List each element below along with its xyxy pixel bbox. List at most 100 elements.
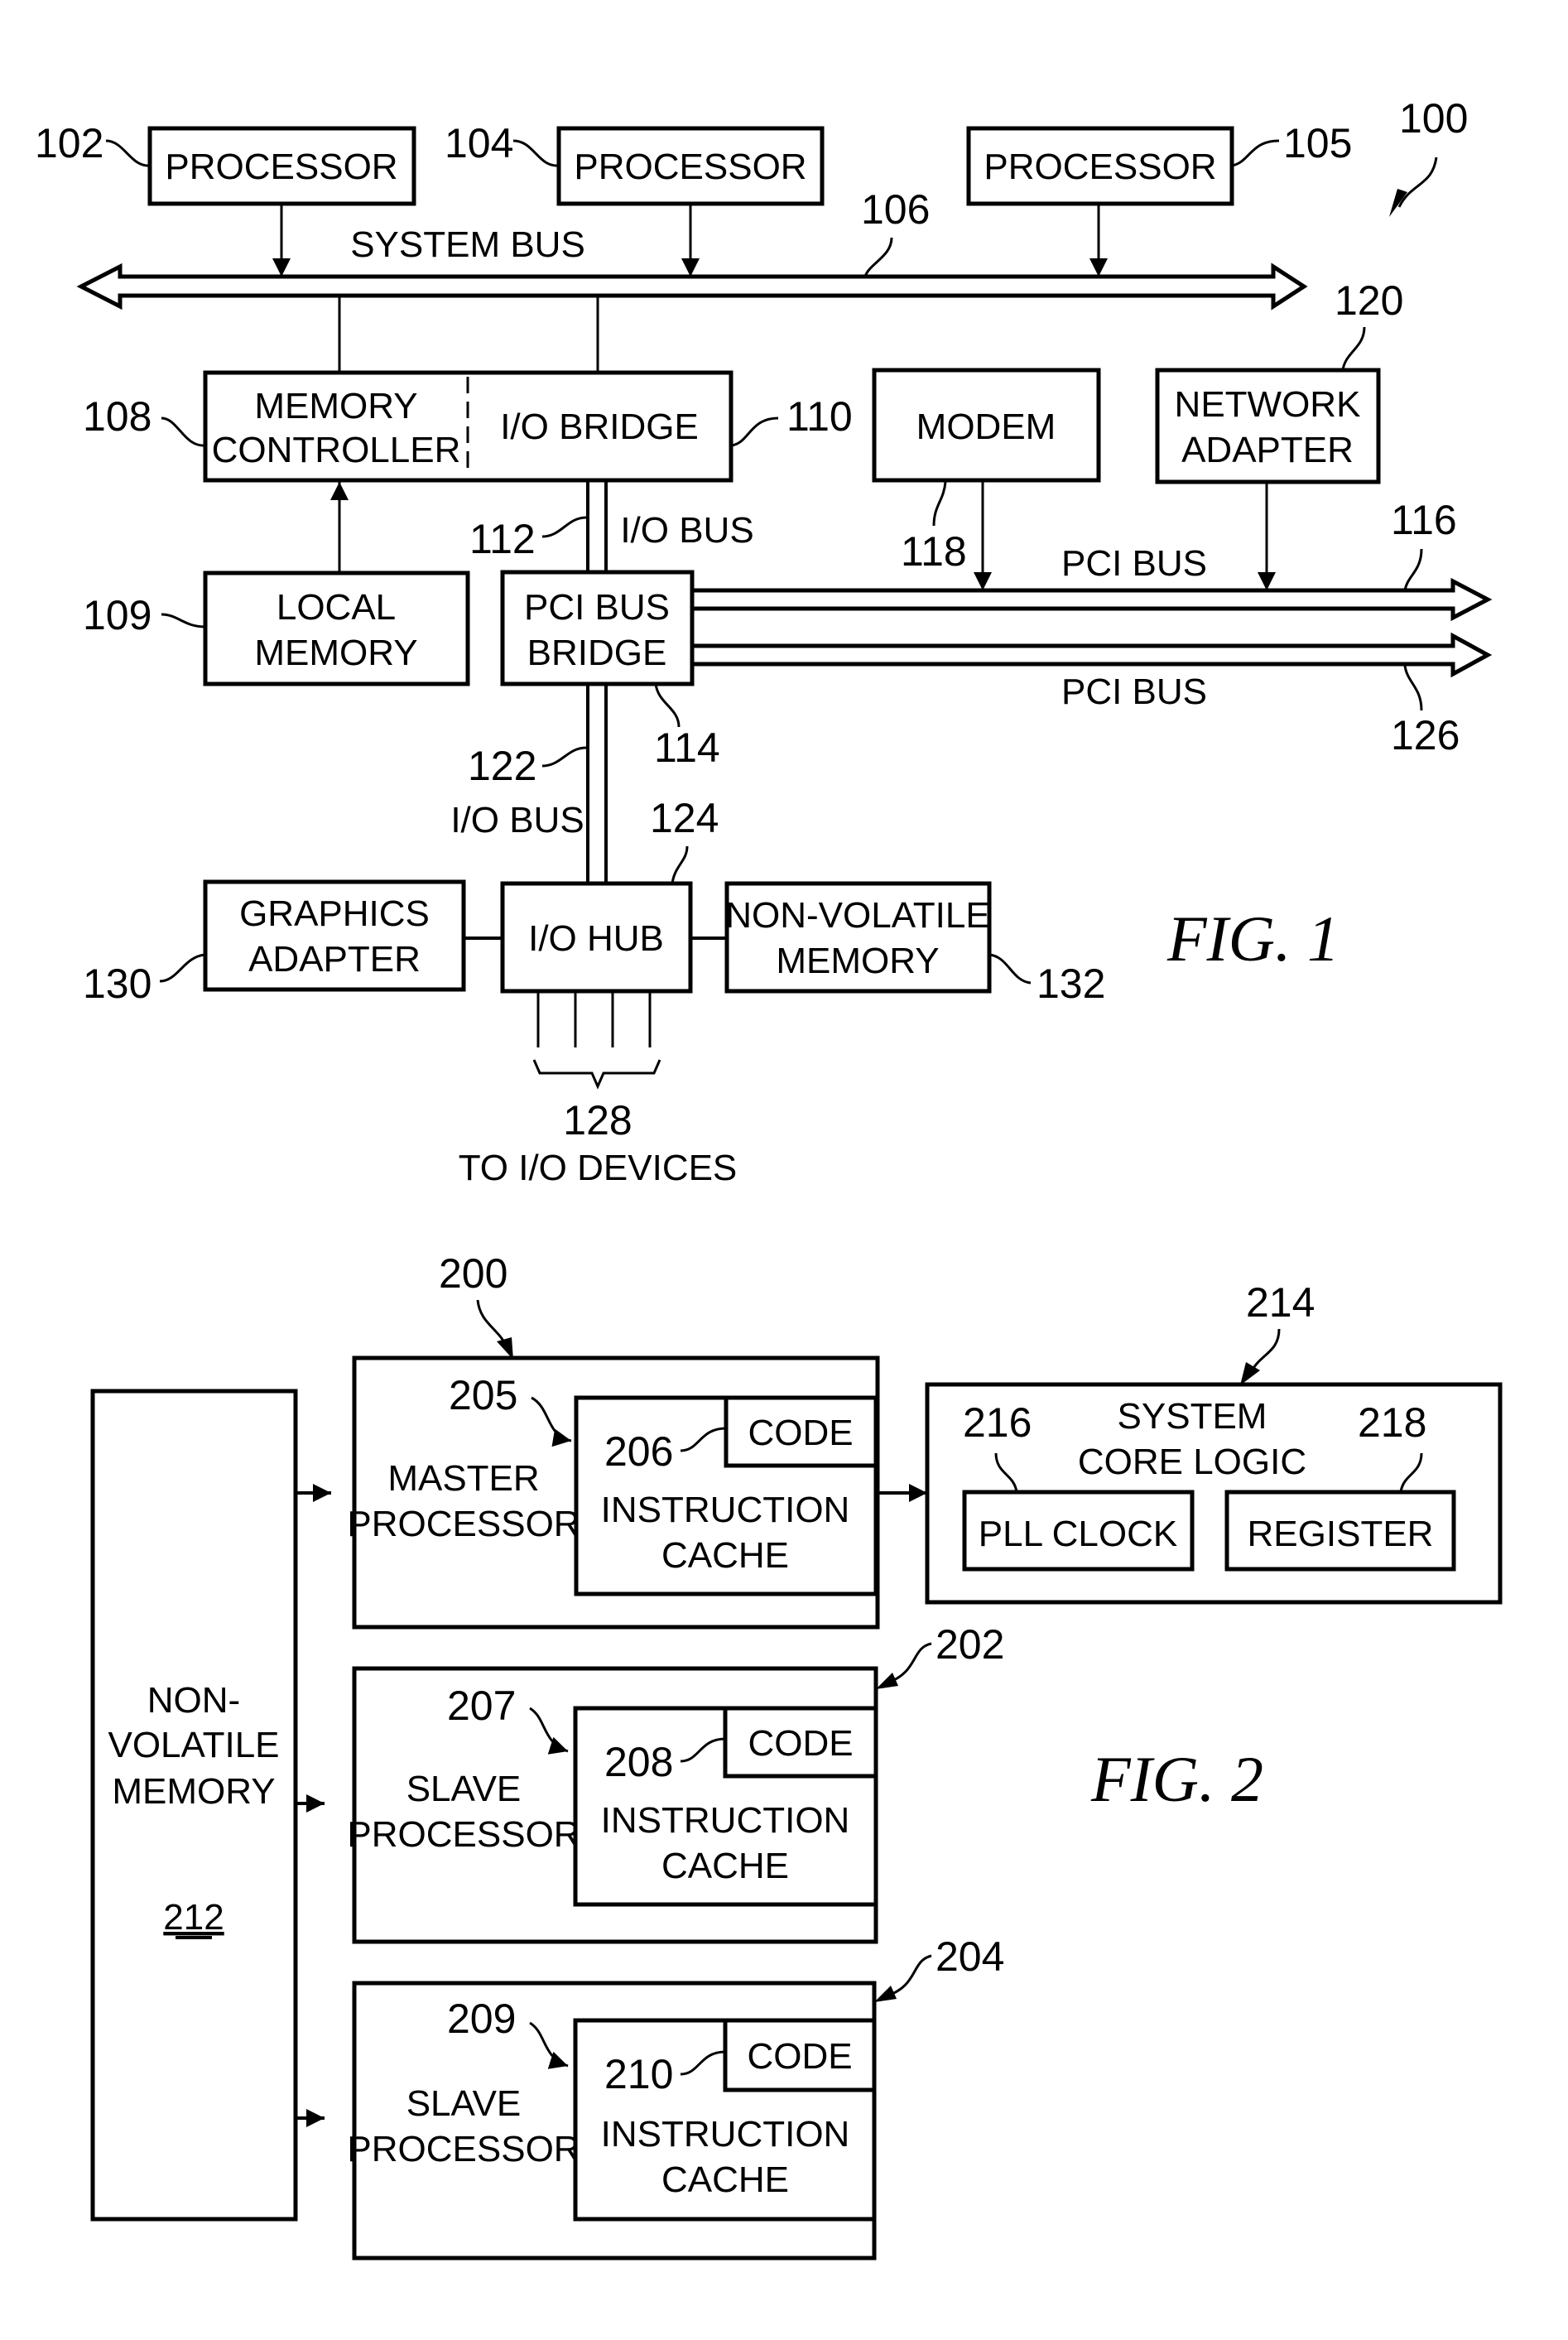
icache-line1: INSTRUCTION	[601, 1800, 850, 1841]
icache-line2: CACHE	[661, 2159, 789, 2200]
core-logic-line2: CORE LOGIC	[1078, 1442, 1306, 1482]
proc-ref: 209	[447, 1996, 516, 2042]
ref-100: 100	[1399, 95, 1468, 142]
leader-line	[988, 953, 1032, 985]
nvm-212-ref: 212	[163, 1897, 224, 1938]
pci-bus-116-label: PCI BUS	[1061, 543, 1207, 584]
proc-ref: 207	[447, 1683, 516, 1729]
pci-bus-126-label: PCI BUS	[1061, 672, 1207, 712]
proc-ref: 205	[449, 1372, 517, 1418]
leader-line	[671, 845, 689, 884]
leader-line	[654, 683, 681, 728]
processor-105: PROCESSOR 105	[966, 120, 1352, 277]
system-core-logic-214: 214 SYSTEM CORE LOGIC PLL CLOCK 216 REGI…	[925, 1279, 1503, 1605]
nvm-212-line2: VOLATILE	[108, 1725, 279, 1765]
register-label: REGISTER	[1248, 1514, 1434, 1554]
network-adapter-ref: 120	[1335, 277, 1403, 324]
leader-line	[105, 139, 151, 167]
nvm-ref: 132	[1037, 961, 1105, 1007]
processor-ref: 104	[445, 120, 513, 166]
leader-line	[1403, 548, 1423, 591]
leader-line	[541, 746, 587, 768]
processor-line1: MASTER	[387, 1458, 539, 1499]
io-bus-122-label: I/O BUS	[450, 800, 584, 840]
io-bridge-label: I/O BRIDGE	[500, 407, 699, 447]
master-processor-200: 200 205 MASTER PROCESSOR CODE 206 INSTRU…	[347, 1250, 927, 1630]
pci-bus-126-ref: 126	[1391, 712, 1460, 758]
core-logic-ref: 214	[1246, 1279, 1315, 1326]
local-memory-109: LOCAL MEMORY 109	[83, 482, 470, 686]
memory-controller-ref: 108	[83, 393, 152, 440]
arrowhead-icon	[874, 1986, 897, 2002]
pll-clock-label: PLL CLOCK	[979, 1514, 1177, 1554]
figure-2-caption: FIG. 2	[1090, 1743, 1263, 1815]
modem-ref: 118	[901, 528, 967, 575]
processor-ref: 102	[35, 120, 103, 166]
local-memory-ref: 109	[83, 592, 152, 638]
pci-bridge-line1: PCI BUS	[524, 587, 670, 628]
core-logic-line1: SYSTEM	[1118, 1396, 1267, 1437]
nvm-212-line1: NON-	[147, 1680, 240, 1721]
io-bus-112-label: I/O BUS	[620, 510, 753, 551]
icache-line1: INSTRUCTION	[601, 2114, 850, 2155]
processor-line1: SLAVE	[406, 1769, 522, 1809]
graphics-adapter-line1: GRAPHICS	[239, 893, 430, 934]
processor-line2: PROCESSOR	[347, 1814, 580, 1855]
processor-line2: PROCESSOR	[347, 1504, 580, 1544]
leader-line	[730, 416, 779, 447]
pll-clock-ref: 216	[963, 1399, 1032, 1446]
cache-ref: 208	[604, 1739, 673, 1785]
leader-line	[161, 613, 206, 628]
processor-line2: PROCESSOR	[347, 2129, 580, 2169]
processor-label: PROCESSOR	[984, 147, 1216, 187]
brace	[532, 1059, 661, 1090]
io-devices-ref: 128	[563, 1097, 632, 1144]
io-device-lines: 128 TO I/O DEVICES	[459, 991, 737, 1188]
patent-drawing-sheet: 100 PROCESSOR 102 PROCESSOR 104 PROCESSO…	[35, 95, 1503, 2261]
leader-line	[541, 516, 587, 538]
pci-bus-116	[690, 577, 1493, 622]
cache-ref: 210	[604, 2051, 673, 2097]
non-volatile-memory-212: NON- VOLATILE MEMORY 212	[90, 1389, 331, 2222]
pci-bus-126	[690, 632, 1493, 678]
memory-controller-line2: CONTROLLER	[212, 430, 461, 470]
memory-controller-io-bridge: MEMORY CONTROLLER I/O BRIDGE 108 110	[83, 370, 853, 483]
graphics-adapter-line2: ADAPTER	[248, 939, 421, 980]
network-adapter-line2: ADAPTER	[1181, 430, 1354, 470]
processor-label: PROCESSOR	[574, 147, 806, 187]
pci-bus-bridge-114: PCI BUS BRIDGE 114	[500, 570, 720, 771]
system-bus-ref: 106	[861, 186, 930, 233]
code-label: CODE	[748, 1413, 853, 1453]
icache-line2: CACHE	[661, 1846, 789, 1886]
group-ref: 204	[936, 1933, 1004, 1980]
code-label: CODE	[748, 1723, 853, 1764]
icache-line2: CACHE	[661, 1535, 789, 1576]
io-bridge-ref: 110	[786, 393, 853, 440]
nvm-212-line3: MEMORY	[112, 1771, 275, 1812]
icache-line1: INSTRUCTION	[601, 1490, 850, 1530]
nvm-line2: MEMORY	[776, 941, 939, 981]
io-hub-label: I/O HUB	[528, 918, 664, 959]
figure-2: NON- VOLATILE MEMORY 212 200 205 MASTER …	[90, 1250, 1503, 2261]
system-bus-label: SYSTEM BUS	[350, 224, 585, 265]
processor-ref: 105	[1283, 120, 1352, 166]
leader-line	[512, 139, 560, 167]
local-memory-line1: LOCAL	[277, 587, 396, 628]
processor-label: PROCESSOR	[165, 147, 397, 187]
leader-line	[161, 416, 206, 447]
system-bus-leader	[863, 237, 893, 277]
ref-100-leader	[1397, 156, 1438, 208]
io-bus-112-ref: 112	[469, 516, 536, 562]
memory-controller-line1: MEMORY	[254, 386, 417, 426]
slave-processor-202: 202 207 SLAVE PROCESSOR CODE 208 INSTRUC…	[347, 1621, 1004, 1944]
leader-line	[159, 953, 206, 983]
register-ref: 218	[1358, 1399, 1426, 1446]
network-adapter-line1: NETWORK	[1175, 384, 1361, 425]
slave-processor-204: 204 209 SLAVE PROCESSOR CODE 210 INSTRUC…	[347, 1933, 1004, 2261]
leader-line	[932, 481, 947, 527]
arrowhead-icon	[1240, 1362, 1260, 1385]
pci-bridge-ref: 114	[654, 725, 720, 771]
leader-line	[1231, 139, 1280, 167]
system-bus	[76, 262, 1308, 311]
group-ref: 202	[936, 1621, 1004, 1668]
